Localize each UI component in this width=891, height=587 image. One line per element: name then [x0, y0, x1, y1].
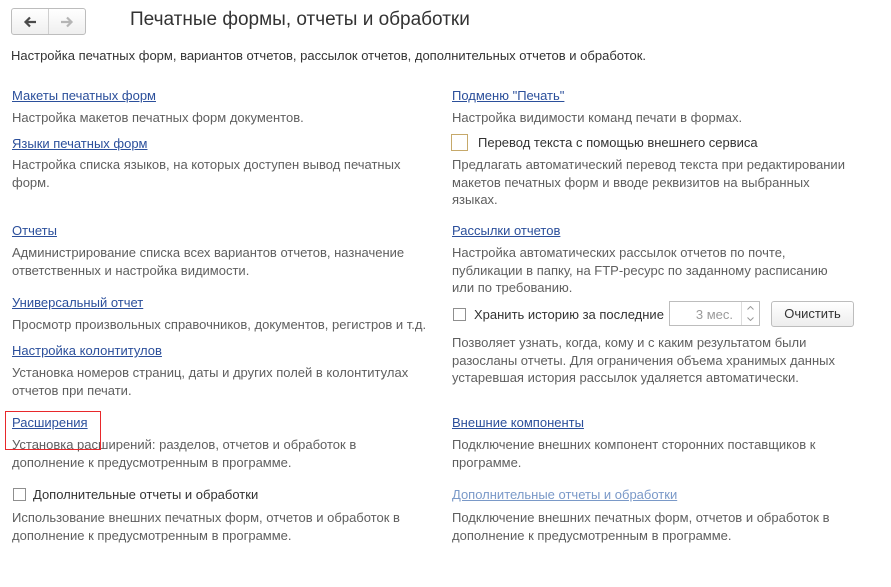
print-submenu-desc: Настройка видимости команд печати в форм…	[452, 110, 743, 125]
translation-desc: Предлагать автоматический перевод текста…	[452, 157, 845, 207]
universal-report-link[interactable]: Универсальный отчет	[12, 295, 143, 310]
navigation-buttons	[11, 8, 86, 35]
extensions-highlight-box	[5, 411, 101, 450]
additional-reports-checkbox[interactable]	[13, 488, 26, 501]
forward-button[interactable]	[48, 9, 85, 34]
translation-label: Перевод текста с помощью внешнего сервис…	[478, 135, 758, 150]
history-months-spinner[interactable]	[741, 302, 759, 325]
templates-desc: Настройка макетов печатных форм документ…	[12, 110, 304, 125]
additional-reports-desc: Использование внешних печатных форм, отч…	[12, 510, 400, 543]
history-months-value: 3 мес.	[695, 307, 733, 322]
keep-history-checkbox[interactable]	[453, 308, 466, 321]
keep-history-desc: Позволяет узнать, когда, кому и с каким …	[452, 335, 835, 385]
headers-footers-desc: Установка номеров страниц, даты и других…	[12, 365, 409, 398]
arrow-left-icon	[23, 16, 36, 27]
additional-reports-label: Дополнительные отчеты и обработки	[33, 487, 259, 502]
report-mailings-link[interactable]: Рассылки отчетов	[452, 223, 560, 238]
headers-footers-link[interactable]: Настройка колонтитулов	[12, 343, 162, 358]
external-components-desc: Подключение внешних компонент сторонних …	[452, 437, 816, 470]
spin-up-icon[interactable]	[742, 302, 759, 313]
translation-checkbox[interactable]	[451, 134, 468, 151]
clear-history-button[interactable]: Очистить	[771, 301, 854, 327]
universal-report-desc: Просмотр произвольных справочников, доку…	[12, 317, 427, 332]
print-submenu-link[interactable]: Подменю "Печать"	[452, 88, 564, 103]
additional-reports-link[interactable]: Дополнительные отчеты и обработки	[452, 487, 677, 502]
languages-desc: Настройка списка языков, на которых дост…	[12, 157, 401, 190]
templates-link[interactable]: Макеты печатных форм	[12, 88, 156, 103]
page-title: Печатные формы, отчеты и обработки	[130, 9, 470, 30]
back-button[interactable]	[12, 9, 48, 34]
reports-link[interactable]: Отчеты	[12, 223, 57, 238]
spin-down-icon[interactable]	[742, 313, 759, 324]
history-months-field[interactable]: 3 мес.	[669, 301, 760, 326]
external-components-link[interactable]: Внешние компоненты	[452, 415, 584, 430]
page-subtitle: Настройка печатных форм, вариантов отчет…	[11, 48, 647, 63]
languages-link[interactable]: Языки печатных форм	[12, 136, 148, 151]
additional-reports-connect-desc: Подключение внешних печатных форм, отчет…	[452, 510, 830, 543]
arrow-right-icon	[61, 16, 74, 27]
reports-desc: Администрирование списка всех вариантов …	[12, 245, 405, 278]
report-mailings-desc: Настройка автоматических рассылок отчето…	[452, 245, 828, 295]
keep-history-label: Хранить историю за последние	[474, 307, 664, 322]
